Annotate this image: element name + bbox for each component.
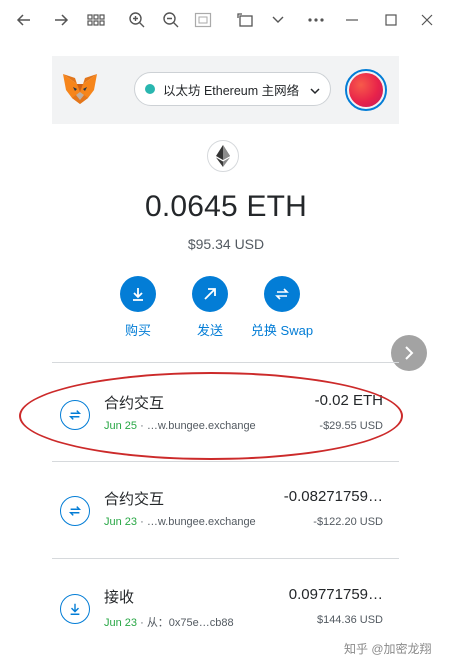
transaction-amount: -0.08271759… (283, 488, 383, 505)
divider (52, 461, 399, 462)
close-icon[interactable] (414, 8, 440, 32)
send-button[interactable]: 发送 (170, 276, 250, 339)
eth-balance: 0.0645 ETH (144, 190, 308, 223)
transaction-amount: 0.09771759… (288, 586, 383, 603)
fiat-balance: $95.34 USD (187, 236, 265, 252)
buy-label: 购买 (124, 323, 151, 338)
transaction-item[interactable]: 接收 Jun 23 · 从：0x75e…cb88 0.09771759… $14… (52, 578, 399, 648)
swap-icon (264, 276, 300, 312)
apps-grid-icon[interactable] (83, 8, 109, 32)
transaction-fiat: $144.36 USD (316, 614, 383, 626)
fit-page-icon[interactable] (190, 8, 216, 32)
transaction-item[interactable]: 合约交互 Jun 23 · …w.bungee.exchange -0.0827… (52, 480, 399, 550)
account-avatar[interactable] (345, 69, 387, 111)
maximize-icon[interactable] (378, 8, 404, 32)
ethereum-icon (207, 140, 239, 172)
chevron-down-icon (310, 84, 320, 98)
transaction-subtitle: Jun 23 · …w.bungee.exchange (104, 516, 256, 528)
divider (52, 558, 399, 559)
back-icon[interactable] (11, 8, 37, 32)
arrow-up-right-icon (192, 276, 228, 312)
next-arrow-button[interactable] (391, 335, 427, 371)
metamask-fox-icon[interactable] (60, 70, 100, 110)
browser-toolbar (0, 0, 452, 40)
more-icon[interactable] (303, 8, 329, 32)
divider (52, 362, 399, 363)
highlight-ellipse (19, 372, 403, 460)
swap-icon (60, 496, 90, 526)
wallet-header: 以太坊 Ethereum 主网络 (52, 56, 399, 124)
zoom-out-icon[interactable] (158, 8, 184, 32)
chevron-down-icon[interactable] (265, 8, 291, 32)
buy-button[interactable]: 购买 (98, 276, 178, 339)
transaction-fiat: -$122.20 USD (313, 516, 383, 528)
receive-icon (60, 594, 90, 624)
network-label: 以太坊 Ethereum 主网络 (163, 83, 300, 98)
transaction-title: 接收 (104, 589, 135, 606)
network-status-dot (145, 84, 155, 94)
minimize-icon[interactable] (339, 8, 365, 32)
watermark: 知乎 @加密龙翔 (344, 640, 432, 657)
send-label: 发送 (196, 323, 223, 338)
download-icon (120, 276, 156, 312)
zoom-in-icon[interactable] (124, 8, 150, 32)
transaction-title: 合约交互 (104, 491, 165, 508)
forward-icon[interactable] (48, 8, 74, 32)
rotate-icon[interactable] (232, 8, 258, 32)
transaction-subtitle: Jun 23 · 从：0x75e…cb88 (104, 617, 234, 629)
swap-button[interactable]: 兑换 Swap (242, 276, 322, 339)
swap-label: 兑换 Swap (250, 323, 314, 338)
network-selector[interactable]: 以太坊 Ethereum 主网络 (134, 72, 331, 106)
